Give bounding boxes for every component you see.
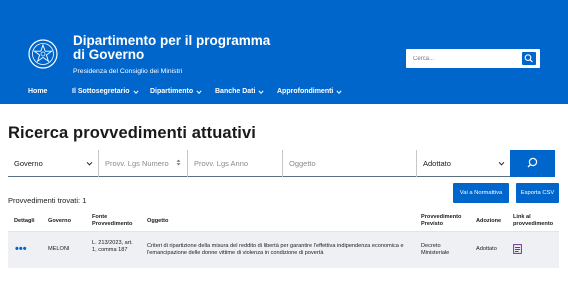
header-fonte: Fonte Provvedimento xyxy=(92,214,133,227)
cell-oggetto: Criteri di ripartizione della misura del… xyxy=(147,243,404,256)
search-filters: Governo Provv. Lgs Numero Provv. Lgs Ann… xyxy=(8,150,559,177)
cell-governo: MELONI xyxy=(48,246,70,252)
nav-dipartimento[interactable]: Dipartimento xyxy=(150,88,202,95)
governo-select-value: Governo xyxy=(14,158,43,168)
header-dettagli: Dettagli xyxy=(14,218,35,224)
header-governo: Governo xyxy=(48,218,72,224)
table-row: ••• MELONI L. 213/2023, art. 1, comma 18… xyxy=(8,232,559,268)
chevron-down-icon xyxy=(86,161,93,166)
cell-provv-previsto: Decreto Ministeriale xyxy=(421,243,450,256)
governo-select[interactable]: Governo xyxy=(8,150,98,177)
organization-title[interactable]: Dipartimento per il programma di Governo xyxy=(73,34,283,62)
chevron-down-icon xyxy=(336,89,342,94)
chevron-down-icon xyxy=(498,161,505,166)
provv-anno-placeholder: Provv. Lgs Anno xyxy=(194,158,249,168)
header-provv-previsto: Provvedimento Previsto xyxy=(421,214,462,227)
search-icon xyxy=(524,54,533,63)
filter-search-button[interactable] xyxy=(510,150,555,177)
header-oggetto: Oggetto xyxy=(147,218,169,224)
header-top: Dipartimento per il programma di Governo… xyxy=(0,0,568,82)
search-box[interactable] xyxy=(406,49,540,68)
nav-banche-dati-label: Banche Dati xyxy=(215,88,256,95)
oggetto-placeholder: Oggetto xyxy=(289,158,316,168)
organization-subtitle: Presidenza del Consiglio dei Ministri xyxy=(73,68,183,75)
results-count: Provvedimenti trovati: 1 xyxy=(8,196,87,205)
nav-sottosegretario-label: Il Sottosegretario xyxy=(72,88,130,95)
cell-fonte: L. 213/2023, art. 1, comma 187 xyxy=(92,240,133,253)
chevron-down-icon xyxy=(196,89,202,94)
details-button[interactable]: ••• xyxy=(15,244,27,255)
organization-block[interactable]: Dipartimento per il programma di Governo… xyxy=(73,34,283,76)
page-title: Ricerca provvedimenti attuativi xyxy=(8,124,256,142)
search-button[interactable] xyxy=(522,52,536,65)
document-link-icon[interactable] xyxy=(513,244,522,254)
header-link: Link al provvedimento xyxy=(513,214,554,227)
oggetto-field[interactable]: Oggetto xyxy=(283,150,416,177)
chevron-down-icon xyxy=(133,89,139,94)
main-nav: Home Il Sottosegretario Dipartimento Ban… xyxy=(0,82,568,104)
search-icon xyxy=(527,157,538,168)
esporta-csv-button[interactable]: Esporta CSV xyxy=(516,183,559,203)
stepper-icon[interactable] xyxy=(175,159,182,166)
site-header: Dipartimento per il programma di Governo… xyxy=(0,0,568,104)
nav-home-label: Home xyxy=(28,88,48,95)
nav-home[interactable]: Home xyxy=(28,88,47,95)
cell-adozione: Adottato xyxy=(476,246,497,252)
vai-normattiva-button[interactable]: Vai a Normattiva xyxy=(453,183,509,203)
search-input[interactable] xyxy=(413,49,513,68)
provv-numero-placeholder: Provv. Lgs Numero xyxy=(105,158,169,168)
nav-sottosegretario[interactable]: Il Sottosegretario xyxy=(72,88,139,95)
nav-banche-dati[interactable]: Banche Dati xyxy=(215,88,265,95)
nav-approfondimenti-label: Approfondimenti xyxy=(277,88,334,95)
provv-anno-field[interactable]: Provv. Lgs Anno xyxy=(188,150,282,177)
stato-select-value: Adottato xyxy=(423,158,451,168)
nav-dipartimento-label: Dipartimento xyxy=(150,88,194,95)
stato-select[interactable]: Adottato xyxy=(417,150,510,177)
header-adozione: Adozione xyxy=(476,218,502,224)
republic-emblem-icon[interactable] xyxy=(27,38,59,70)
nav-approfondimenti[interactable]: Approfondimenti xyxy=(277,88,342,95)
chevron-down-icon xyxy=(258,89,265,94)
provv-numero-field[interactable]: Provv. Lgs Numero xyxy=(99,150,187,177)
